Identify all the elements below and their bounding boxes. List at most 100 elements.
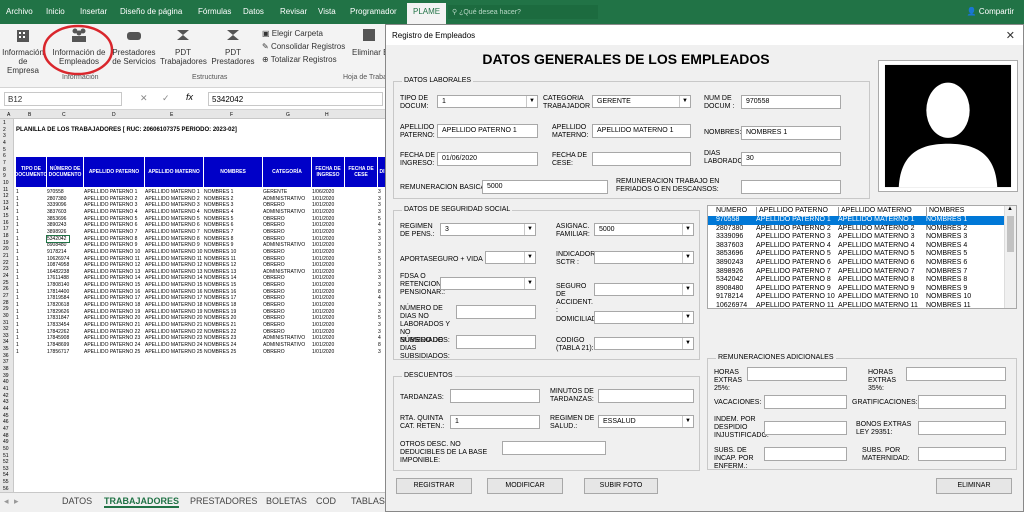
- table-cell[interactable]: 1/01/2020: [312, 209, 334, 215]
- dropdown-arrow-icon[interactable]: ▼: [526, 96, 537, 107]
- table-cell[interactable]: 3: [378, 209, 381, 215]
- table-cell[interactable]: APELLIDO PATERNO 4: [84, 209, 137, 215]
- table-cell[interactable]: 8908480: [47, 242, 66, 248]
- row-header[interactable]: 45: [3, 413, 9, 419]
- table-cell[interactable]: 5: [378, 315, 381, 321]
- row-header[interactable]: 51: [3, 453, 9, 459]
- table-cell[interactable]: NOMBRES 19: [204, 309, 236, 315]
- table-cell[interactable]: NOMBRES 6: [204, 222, 233, 228]
- column-header[interactable]: G: [286, 112, 290, 118]
- table-cell[interactable]: 17848699: [47, 342, 69, 348]
- tell-me-search[interactable]: ⚲ ¿Qué desea hacer?: [448, 5, 598, 19]
- dropdown-arrow-icon[interactable]: ▼: [682, 338, 693, 349]
- spreadsheet-grid[interactable]: ABCDEFGH 1 2 3 4 5 6 7 8 9 10 11 12 13 14 15 16 17 18 19 20…: [0, 110, 385, 492]
- dropdown-arrow-icon[interactable]: ▼: [682, 252, 693, 263]
- combo-asignacion[interactable]: 5000 ▼: [594, 223, 694, 236]
- table-cell[interactable]: APELLIDO MATERNO 2: [145, 196, 200, 202]
- combo-domiciliado[interactable]: ▼: [594, 311, 694, 324]
- table-cell[interactable]: 4: [378, 222, 381, 228]
- table-cell[interactable]: APELLIDO PATERNO 8: [84, 236, 137, 242]
- list-item[interactable]: 10626974 APELLIDO PATERNO 11 APELLIDO MATE…: [708, 302, 1004, 308]
- table-cell[interactable]: NOMBRES 18: [204, 302, 236, 308]
- table-cell[interactable]: 1/01/2020: [312, 335, 334, 341]
- table-cell[interactable]: 1/01/2020: [312, 322, 334, 328]
- table-cell[interactable]: 1/01/2020: [312, 329, 334, 335]
- row-header[interactable]: 48: [3, 433, 9, 439]
- input-dias-laborados[interactable]: 30: [741, 152, 841, 166]
- table-cell[interactable]: 1/01/2020: [312, 256, 334, 262]
- table-cell[interactable]: 1: [16, 269, 19, 275]
- table-cell[interactable]: NOMBRES 17: [204, 295, 236, 301]
- table-cell[interactable]: 10626974: [47, 256, 69, 262]
- table-cell[interactable]: 3: [378, 196, 381, 202]
- input-num-doc[interactable]: 970558: [741, 95, 841, 109]
- table-cell[interactable]: NOMBRES 24: [204, 342, 236, 348]
- table-cell[interactable]: NOMBRES 3: [204, 202, 233, 208]
- table-cell[interactable]: 17833454: [47, 322, 69, 328]
- dropdown-arrow-icon[interactable]: ▼: [682, 416, 693, 427]
- table-cell[interactable]: 1: [16, 349, 19, 355]
- input-subsidio-maternidad[interactable]: [918, 447, 1006, 461]
- table-cell[interactable]: NOMBRES 4: [204, 209, 233, 215]
- table-cell[interactable]: OBRERO: [263, 236, 285, 242]
- dropdown-arrow-icon[interactable]: ▼: [682, 284, 693, 295]
- column-header[interactable]: E: [170, 112, 173, 118]
- table-cell[interactable]: 8: [378, 342, 381, 348]
- table-cell[interactable]: NOMBRES 23: [204, 335, 236, 341]
- input-remuneracion-feriados[interactable]: [741, 180, 841, 194]
- table-cell[interactable]: APELLIDO PATERNO 6: [84, 222, 137, 228]
- table-cell[interactable]: 17856717: [47, 349, 69, 355]
- table-cell[interactable]: NOMBRES 5: [204, 216, 233, 222]
- active-cell[interactable]: [46, 234, 70, 243]
- menu-plame[interactable]: PLAME: [407, 3, 447, 24]
- table-cell[interactable]: NOMBRES 14: [204, 275, 236, 281]
- table-cell[interactable]: 3339096: [47, 202, 66, 208]
- scroll-up-icon[interactable]: ▲: [1007, 206, 1013, 212]
- table-cell[interactable]: ADMINISTRATIVO: [263, 196, 305, 202]
- table-cell[interactable]: OBRERO: [263, 249, 285, 255]
- registrar-button[interactable]: REGISTRAR: [396, 478, 472, 494]
- table-cell[interactable]: APELLIDO MATERNO 12: [145, 262, 202, 268]
- table-cell[interactable]: 3: [378, 236, 381, 242]
- table-cell[interactable]: APELLIDO PATERNO 5: [84, 216, 137, 222]
- table-cell[interactable]: 1/01/2020: [312, 202, 334, 208]
- table-cell[interactable]: 1: [16, 222, 19, 228]
- table-cell[interactable]: 8: [378, 289, 381, 295]
- table-cell[interactable]: 1/01/2020: [312, 275, 334, 281]
- row-header[interactable]: 56: [3, 486, 9, 492]
- table-cell[interactable]: APELLIDO MATERNO 14: [145, 275, 202, 281]
- table-cell[interactable]: APELLIDO MATERNO 10: [145, 249, 202, 255]
- combo-seguro-accidente[interactable]: ▼: [594, 283, 694, 296]
- table-cell[interactable]: 10874958: [47, 262, 69, 268]
- menu-archivo[interactable]: Archivo: [6, 7, 33, 16]
- pdt-prestadores-button[interactable]: PDT Prestadores: [210, 26, 256, 66]
- table-cell[interactable]: 3: [378, 249, 381, 255]
- row-header[interactable]: 9: [3, 173, 6, 179]
- row-header[interactable]: 2: [3, 127, 6, 133]
- table-cell[interactable]: APELLIDO PATERNO 16: [84, 289, 140, 295]
- table-cell[interactable]: APELLIDO PATERNO 20: [84, 315, 140, 321]
- menu-vista[interactable]: Vista: [318, 7, 336, 16]
- table-cell[interactable]: APELLIDO MATERNO 5: [145, 216, 200, 222]
- table-cell[interactable]: 3837603: [47, 209, 66, 215]
- eliminar-empleado-button[interactable]: Eliminar Empl: [352, 26, 385, 57]
- table-cell[interactable]: 1: [16, 309, 19, 315]
- table-cell[interactable]: OBRERO: [263, 262, 285, 268]
- column-header[interactable]: F: [230, 112, 233, 118]
- table-cell[interactable]: APELLIDO PATERNO 11: [84, 256, 140, 262]
- table-cell[interactable]: 1: [16, 342, 19, 348]
- table-cell[interactable]: APELLIDO PATERNO 10: [84, 249, 140, 255]
- table-cell[interactable]: NOMBRES 9: [204, 242, 233, 248]
- table-cell[interactable]: OBRERO: [263, 289, 285, 295]
- menu-diseno[interactable]: Diseño de página: [120, 7, 182, 16]
- cancel-icon[interactable]: ✕: [140, 93, 148, 104]
- table-cell[interactable]: 1/01/2020: [312, 349, 334, 355]
- menu-revisar[interactable]: Revisar: [280, 7, 307, 16]
- menu-datos[interactable]: Datos: [243, 7, 264, 16]
- row-header[interactable]: 54: [3, 472, 9, 478]
- table-cell[interactable]: 1/01/2020: [312, 229, 334, 235]
- list-item[interactable]: 3898926 APELLIDO PATERNO 7 APELLIDO MATERN…: [708, 268, 1004, 277]
- table-cell[interactable]: APELLIDO MATERNO 3: [145, 202, 200, 208]
- table-cell[interactable]: APELLIDO PATERNO 21: [84, 322, 140, 328]
- table-cell[interactable]: NOMBRES 10: [204, 249, 236, 255]
